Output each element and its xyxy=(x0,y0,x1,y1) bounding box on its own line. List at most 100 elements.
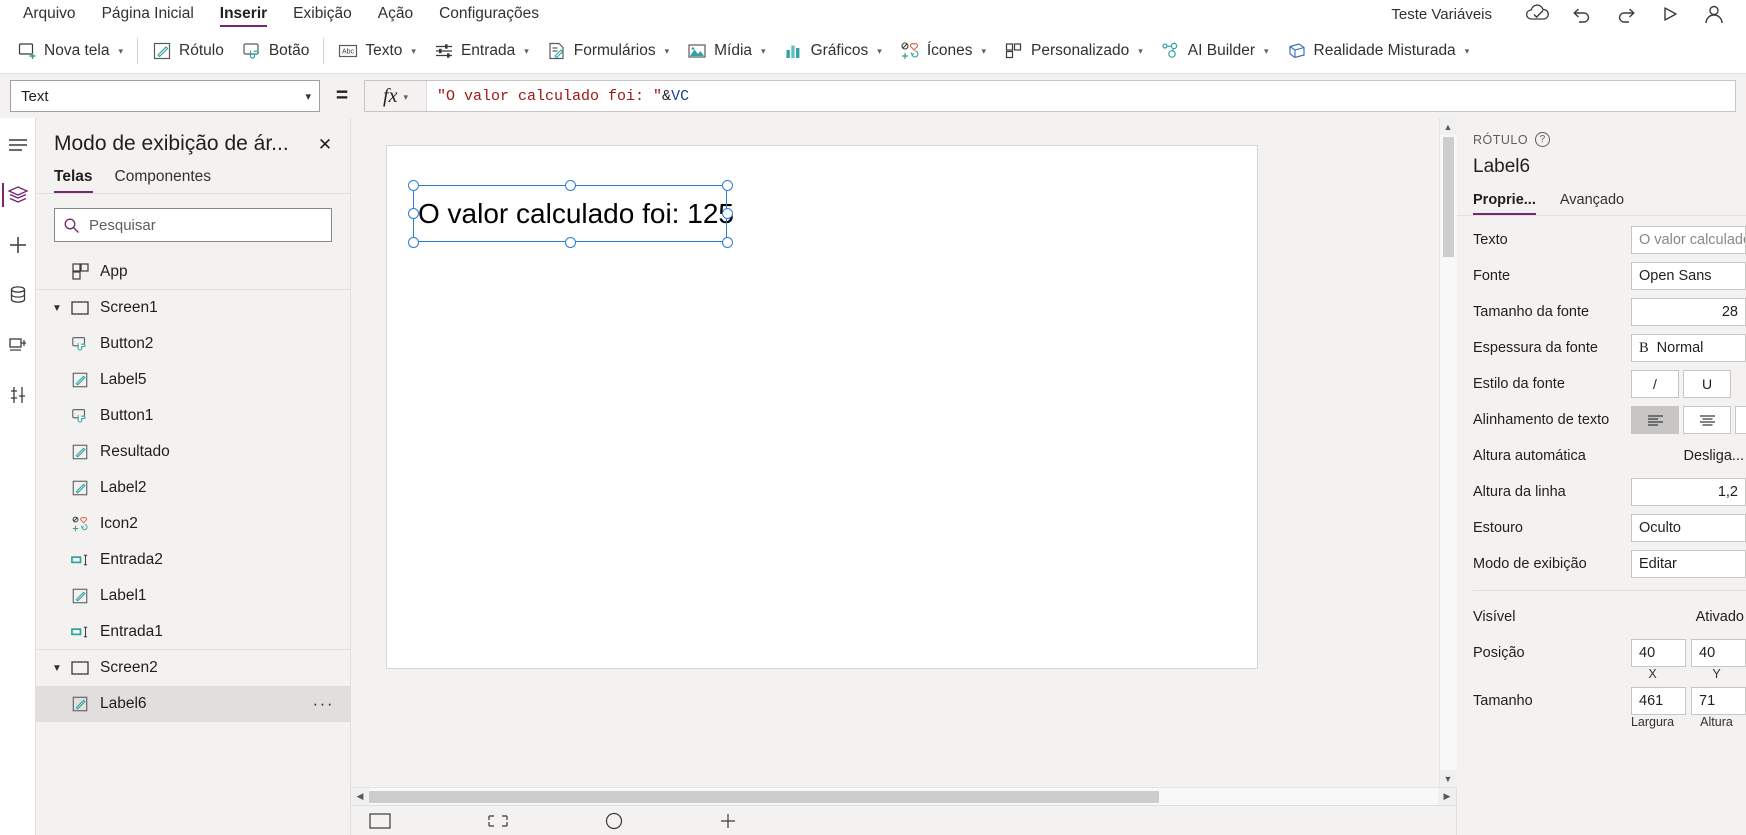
vscroll-track[interactable] xyxy=(1439,135,1457,770)
resize-handle-top-right[interactable] xyxy=(721,179,733,191)
redo-icon[interactable] xyxy=(1604,0,1648,28)
hscroll-track[interactable] xyxy=(369,788,1438,806)
resize-handle-top-center[interactable] xyxy=(564,179,576,191)
undo-icon[interactable] xyxy=(1560,0,1604,28)
underline-button[interactable]: U xyxy=(1683,370,1731,398)
vscroll-thumb[interactable] xyxy=(1442,137,1454,257)
ribbon-new-screen[interactable]: Nova tela ▾ xyxy=(8,33,132,69)
property-selector[interactable]: Text ▾ xyxy=(10,80,320,112)
tamanho-da-fonte-field[interactable]: 28 xyxy=(1631,298,1746,326)
rail-insert-icon[interactable] xyxy=(2,228,34,262)
tree-item-entrada2[interactable]: Entrada2 xyxy=(36,542,350,578)
rail-tree-view-icon[interactable] xyxy=(1,178,34,212)
rail-data-icon[interactable] xyxy=(2,278,34,312)
tab-propriedades[interactable]: Proprie... xyxy=(1473,192,1536,215)
tree-search-box[interactable] xyxy=(54,208,332,242)
tree-item-resultado[interactable]: Resultado xyxy=(36,434,350,470)
ribbon-midia[interactable]: Mídia ▾ xyxy=(678,33,774,69)
modo-de-exibicao-field[interactable]: Editar xyxy=(1631,550,1746,578)
menu-item-acao[interactable]: Ação xyxy=(365,0,426,28)
italic-button[interactable]: / xyxy=(1631,370,1679,398)
ribbon-realidade-misturada[interactable]: Realidade Misturada ▾ xyxy=(1278,33,1479,69)
tree-item-app[interactable]: App xyxy=(36,254,350,290)
resize-handle-middle-left[interactable] xyxy=(407,208,419,219)
rail-menu-icon[interactable] xyxy=(2,128,34,162)
ribbon-formularios[interactable]: Formulários ▾ xyxy=(538,33,678,69)
scroll-left-icon[interactable]: ◀ xyxy=(351,787,369,806)
resize-handle-top-left[interactable] xyxy=(407,179,419,191)
tab-componentes[interactable]: Componentes xyxy=(115,168,212,193)
ribbon-personalizado[interactable]: Personalizado ▾ xyxy=(995,33,1152,69)
ribbon-entrada[interactable]: Entrada ▾ xyxy=(425,33,538,69)
help-icon[interactable]: ? xyxy=(1535,132,1551,147)
tree-item-label2[interactable]: Label2 xyxy=(36,470,350,506)
tab-avancado[interactable]: Avançado xyxy=(1560,192,1624,215)
resize-handle-bottom-right[interactable] xyxy=(721,236,733,248)
resize-handle-bottom-center[interactable] xyxy=(564,236,576,248)
estouro-field[interactable]: Oculto xyxy=(1631,514,1746,542)
hscroll-thumb[interactable] xyxy=(369,790,1159,803)
formula-input-wrapper[interactable]: fx ▾ "O valor calculado foi: " & VC xyxy=(364,80,1736,112)
tree-item-button2[interactable]: Button2 xyxy=(36,326,350,362)
tree-item-more-icon[interactable]: ··· xyxy=(313,694,344,714)
account-icon[interactable] xyxy=(1692,0,1736,28)
tab-telas[interactable]: Telas xyxy=(54,168,93,193)
tree-item-screen2[interactable]: ▼ Screen2 xyxy=(36,650,350,686)
scroll-down-icon[interactable]: ▼ xyxy=(1439,770,1457,787)
menu-item-arquivo[interactable]: Arquivo xyxy=(10,0,89,28)
menu-item-inserir[interactable]: Inserir xyxy=(207,0,280,28)
altura-automatica-value[interactable]: Desliga... xyxy=(1631,448,1746,464)
resize-handle-middle-right[interactable] xyxy=(721,208,733,219)
cloud-check-icon[interactable] xyxy=(1516,0,1560,28)
scroll-right-icon[interactable]: ▶ xyxy=(1438,787,1456,806)
menu-item-configuracoes[interactable]: Configurações xyxy=(426,0,552,28)
posicao-x-field[interactable]: 40 xyxy=(1631,639,1686,667)
canvas-settings-icon[interactable] xyxy=(719,812,737,830)
tree-item-icon2[interactable]: Icon2 xyxy=(36,506,350,542)
altura-da-linha-field[interactable]: 1,2 xyxy=(1631,478,1746,506)
search-input[interactable] xyxy=(87,215,323,235)
altura-field[interactable]: 71 xyxy=(1691,687,1746,715)
align-center-icon[interactable] xyxy=(1683,406,1731,434)
canvas-label-control[interactable]: O valor calculado foi: 125 xyxy=(415,186,734,241)
align-right-icon[interactable] xyxy=(1735,406,1746,434)
scroll-up-icon[interactable]: ▲ xyxy=(1439,118,1457,135)
ribbon-ai-builder[interactable]: AI Builder ▾ xyxy=(1152,33,1278,69)
screen-size-icon[interactable] xyxy=(369,812,391,829)
menu-item-exibicao[interactable]: Exibição xyxy=(280,0,365,28)
texto-field[interactable]: O valor calculado xyxy=(1631,226,1746,254)
tree-item-label1[interactable]: Label1 xyxy=(36,578,350,614)
visivel-value[interactable]: Ativado xyxy=(1631,609,1746,625)
largura-field[interactable]: 461 xyxy=(1631,687,1686,715)
ribbon-rotulo[interactable]: Rótulo xyxy=(143,33,233,69)
posicao-y-field[interactable]: 40 xyxy=(1691,639,1746,667)
canvas-help-icon[interactable] xyxy=(605,812,623,830)
canvas-horizontal-scrollbar[interactable]: ◀ ▶ xyxy=(351,787,1456,806)
media-icon xyxy=(688,43,706,58)
close-icon[interactable]: ✕ xyxy=(312,132,338,158)
align-left-icon[interactable] xyxy=(1631,406,1679,434)
rail-theme-icon[interactable] xyxy=(2,378,34,412)
app-screen-canvas[interactable]: O valor calculado foi: 125 xyxy=(387,146,1257,668)
ribbon-texto[interactable]: Abc Texto ▾ xyxy=(329,33,425,69)
tree-item-button1[interactable]: Button1 xyxy=(36,398,350,434)
play-icon[interactable] xyxy=(1648,0,1692,28)
fx-button[interactable]: fx ▾ xyxy=(365,81,427,111)
fonte-field[interactable]: Open Sans xyxy=(1631,262,1746,290)
espessura-da-fonte-field[interactable]: B Normal xyxy=(1631,334,1746,362)
canvas-zoom-fit-icon[interactable] xyxy=(487,813,509,829)
canvas-vertical-scrollbar[interactable]: ▲ ▼ xyxy=(1439,118,1457,787)
tree-item-entrada1[interactable]: Entrada1 xyxy=(36,614,350,650)
menu-item-pagina-inicial[interactable]: Página Inicial xyxy=(89,0,207,28)
formula-input[interactable]: "O valor calculado foi: " & VC xyxy=(427,81,1735,111)
chevron-down-icon[interactable]: ▼ xyxy=(46,303,68,314)
tree-item-label5[interactable]: Label5 xyxy=(36,362,350,398)
ribbon-botao[interactable]: Botão xyxy=(233,33,319,69)
ribbon-icones[interactable]: Ícones ▾ xyxy=(891,33,995,69)
rail-media-icon[interactable] xyxy=(2,328,34,362)
chevron-down-icon[interactable]: ▼ xyxy=(46,663,68,674)
tree-item-label6[interactable]: Label6 ··· xyxy=(36,686,350,722)
resize-handle-bottom-left[interactable] xyxy=(407,236,419,248)
tree-item-screen1[interactable]: ▼ Screen1 xyxy=(36,290,350,326)
ribbon-graficos[interactable]: Gráficos ▾ xyxy=(775,33,891,69)
